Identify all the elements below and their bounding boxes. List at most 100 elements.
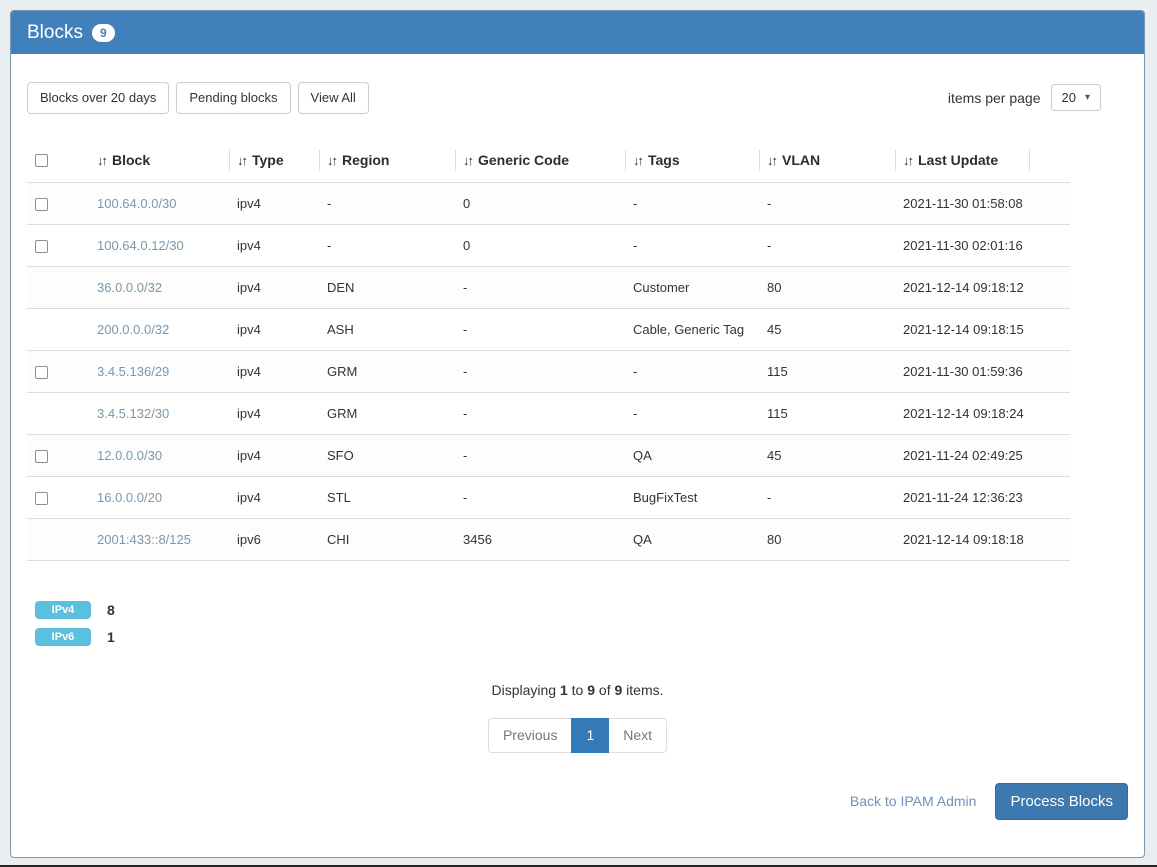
row-checkbox-cell xyxy=(27,350,89,392)
back-to-ipam-link[interactable]: Back to IPAM Admin xyxy=(850,793,977,809)
ipv6-count: 1 xyxy=(107,629,115,645)
cell-vlan: - xyxy=(759,476,895,518)
column-header-region[interactable]: ↓↑ Region xyxy=(319,138,455,183)
cell-last_update: 2021-11-30 01:59:36 xyxy=(895,350,1029,392)
footer-actions: Back to IPAM Admin Process Blocks xyxy=(27,783,1128,820)
row-checkbox[interactable] xyxy=(35,450,48,463)
next-page-button[interactable]: Next xyxy=(608,718,667,753)
cell-spacer xyxy=(1029,434,1070,476)
cell-generic_code: 3456 xyxy=(455,518,625,560)
block-link[interactable]: 2001:433::8/125 xyxy=(97,532,191,547)
cell-last_update: 2021-12-14 09:18:12 xyxy=(895,266,1029,308)
current-page-button[interactable]: 1 xyxy=(571,718,609,753)
cell-type: ipv4 xyxy=(229,308,319,350)
ipv6-summary-row: IPv6 1 xyxy=(35,628,1128,646)
cell-last_update: 2021-11-24 02:49:25 xyxy=(895,434,1029,476)
column-header-tags[interactable]: ↓↑Tags xyxy=(625,138,759,183)
table-row: 3.4.5.136/29ipv4GRM--1152021-11-30 01:59… xyxy=(27,350,1070,392)
sort-icon: ↓↑ xyxy=(633,153,642,168)
row-checkbox-cell xyxy=(27,392,89,434)
ipv4-summary-row: IPv4 8 xyxy=(35,601,1128,619)
items-per-page-label: items per page xyxy=(948,90,1041,106)
blocks-panel: Blocks 9 Blocks over 20 days Pending blo… xyxy=(10,10,1145,858)
blocks-table: ↓↑Block↓↑Type ↓↑ Region ↓↑Generic Code↓↑Tag… xyxy=(27,138,1070,561)
cell-type: ipv4 xyxy=(229,392,319,434)
table-row: 3.4.5.132/30ipv4GRM--1152021-12-14 09:18… xyxy=(27,392,1070,434)
cell-type: ipv6 xyxy=(229,518,319,560)
block-link[interactable]: 16.0.0.0/20 xyxy=(97,490,162,505)
view-all-button[interactable]: View All xyxy=(298,82,369,114)
displaying-of-word: of xyxy=(599,682,611,698)
cell-tags: - xyxy=(625,392,759,434)
column-header-vlan[interactable]: ↓↑VLAN xyxy=(759,138,895,183)
column-header-last-update[interactable]: ↓↑ Last Update xyxy=(895,138,1029,183)
column-header-type[interactable]: ↓↑Type xyxy=(229,138,319,183)
block-link[interactable]: 12.0.0.0/30 xyxy=(97,448,162,463)
column-header-block[interactable]: ↓↑Block xyxy=(89,138,229,183)
panel-header: Blocks 9 xyxy=(11,11,1144,54)
row-checkbox[interactable] xyxy=(35,366,48,379)
row-checkbox[interactable] xyxy=(35,492,48,505)
cell-generic_code: - xyxy=(455,266,625,308)
blocks-count-badge: 9 xyxy=(92,24,115,42)
cell-region: - xyxy=(319,224,455,266)
cell-generic_code: 0 xyxy=(455,224,625,266)
cell-type: ipv4 xyxy=(229,182,319,224)
sort-icon: ↓↑ xyxy=(97,153,106,168)
block-link[interactable]: 3.4.5.132/30 xyxy=(97,406,169,421)
column-header-label: Region xyxy=(342,152,389,168)
items-per-page: items per page 20 ▾ xyxy=(948,84,1101,111)
displaying-to-word: to xyxy=(572,682,584,698)
cell-spacer xyxy=(1029,182,1070,224)
toolbar: Blocks over 20 days Pending blocks View … xyxy=(27,82,1128,114)
cell-generic_code: 0 xyxy=(455,182,625,224)
displaying-to: 9 xyxy=(587,682,595,698)
row-checkbox[interactable] xyxy=(35,240,48,253)
cell-spacer xyxy=(1029,266,1070,308)
cell-tags: Cable, Generic Tag xyxy=(625,308,759,350)
cell-last_update: 2021-12-14 09:18:18 xyxy=(895,518,1029,560)
block-link[interactable]: 36.0.0.0/32 xyxy=(97,280,162,295)
block-link[interactable]: 100.64.0.12/30 xyxy=(97,238,184,253)
cell-block: 16.0.0.0/20 xyxy=(89,476,229,518)
pending-blocks-button[interactable]: Pending blocks xyxy=(176,82,290,114)
table-header-row: ↓↑Block↓↑Type ↓↑ Region ↓↑Generic Code↓↑Tag… xyxy=(27,138,1070,183)
blocks-over-20-days-button[interactable]: Blocks over 20 days xyxy=(27,82,169,114)
cell-generic_code: - xyxy=(455,392,625,434)
cell-type: ipv4 xyxy=(229,350,319,392)
cell-generic_code: - xyxy=(455,350,625,392)
cell-block: 2001:433::8/125 xyxy=(89,518,229,560)
cell-tags: - xyxy=(625,182,759,224)
cell-last_update: 2021-11-30 01:58:08 xyxy=(895,182,1029,224)
cell-last_update: 2021-12-14 09:18:15 xyxy=(895,308,1029,350)
select-all-checkbox[interactable] xyxy=(35,154,48,167)
cell-vlan: 80 xyxy=(759,266,895,308)
table-body: 100.64.0.0/30ipv4-0--2021-11-30 01:58:08… xyxy=(27,182,1070,560)
cell-generic_code: - xyxy=(455,308,625,350)
items-per-page-select[interactable]: 20 ▾ xyxy=(1051,84,1102,111)
sort-icon: ↓↑ xyxy=(903,153,912,168)
cell-spacer xyxy=(1029,518,1070,560)
cell-tags: - xyxy=(625,224,759,266)
cell-region: - xyxy=(319,182,455,224)
table-row: 2001:433::8/125ipv6CHI3456QA802021-12-14… xyxy=(27,518,1070,560)
cell-type: ipv4 xyxy=(229,434,319,476)
sort-icon: ↓↑ xyxy=(327,153,336,168)
column-header-label: Last Update xyxy=(918,152,998,168)
block-link[interactable]: 100.64.0.0/30 xyxy=(97,196,177,211)
row-checkbox[interactable] xyxy=(35,198,48,211)
cell-type: ipv4 xyxy=(229,476,319,518)
row-checkbox-cell xyxy=(27,518,89,560)
process-blocks-button[interactable]: Process Blocks xyxy=(995,783,1128,820)
ipv4-badge: IPv4 xyxy=(35,601,91,619)
displaying-prefix: Displaying xyxy=(491,682,556,698)
previous-page-button[interactable]: Previous xyxy=(488,718,572,753)
cell-last_update: 2021-12-14 09:18:24 xyxy=(895,392,1029,434)
cell-last_update: 2021-11-30 02:01:16 xyxy=(895,224,1029,266)
column-header-spacer xyxy=(1029,138,1070,183)
block-link[interactable]: 200.0.0.0/32 xyxy=(97,322,169,337)
column-header-generic-code[interactable]: ↓↑Generic Code xyxy=(455,138,625,183)
block-link[interactable]: 3.4.5.136/29 xyxy=(97,364,169,379)
cell-block: 100.64.0.0/30 xyxy=(89,182,229,224)
cell-region: DEN xyxy=(319,266,455,308)
